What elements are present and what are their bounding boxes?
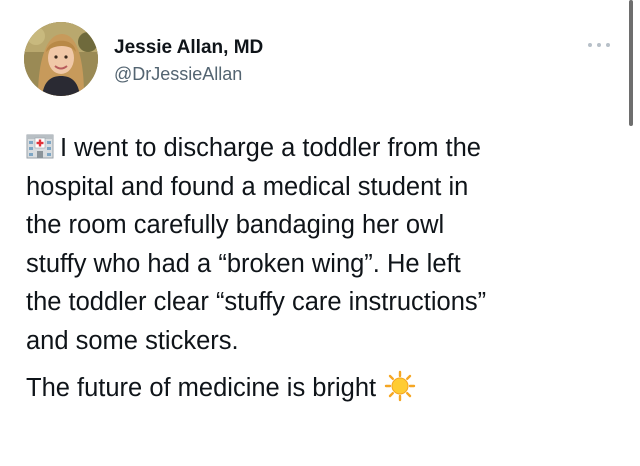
sun-emoji-icon [384,370,416,402]
tweet-text: I went to discharge a toddler from the h… [26,129,626,408]
tweet-paragraph-1: I went to discharge a toddler from the h… [26,129,626,360]
avatar[interactable] [24,22,98,96]
tweet-line: the room carefully bandaging her owl [26,211,445,239]
hospital-emoji-icon [26,134,54,159]
tweet-line: hospital and found a medical student in [26,172,469,201]
tweet-line-text: The future of medicine is bright [26,374,377,402]
tweet-card: Jessie Allan, MD @DrJessieAllan I went t… [0,0,640,466]
tweet-line: the toddler clear “stuffy care instructi… [26,288,487,316]
tweet-paragraph-2: The future of medicine is bright [26,369,626,408]
tweet-line: The future of medicine is bright [26,369,626,408]
more-options-icon[interactable] [586,38,612,52]
tweet-line: stuffy who had a “broken wing”. He left [26,249,461,278]
tweet-line: I went to discharge a toddler from the [26,129,626,168]
scrollbar[interactable] [629,0,633,126]
author-handle[interactable]: @DrJessieAllan [114,64,242,85]
tweet-line-text: I went to discharge a toddler from the [60,134,481,162]
author-name[interactable]: Jessie Allan, MD [114,37,263,59]
tweet-line: and some stickers. [26,326,239,355]
